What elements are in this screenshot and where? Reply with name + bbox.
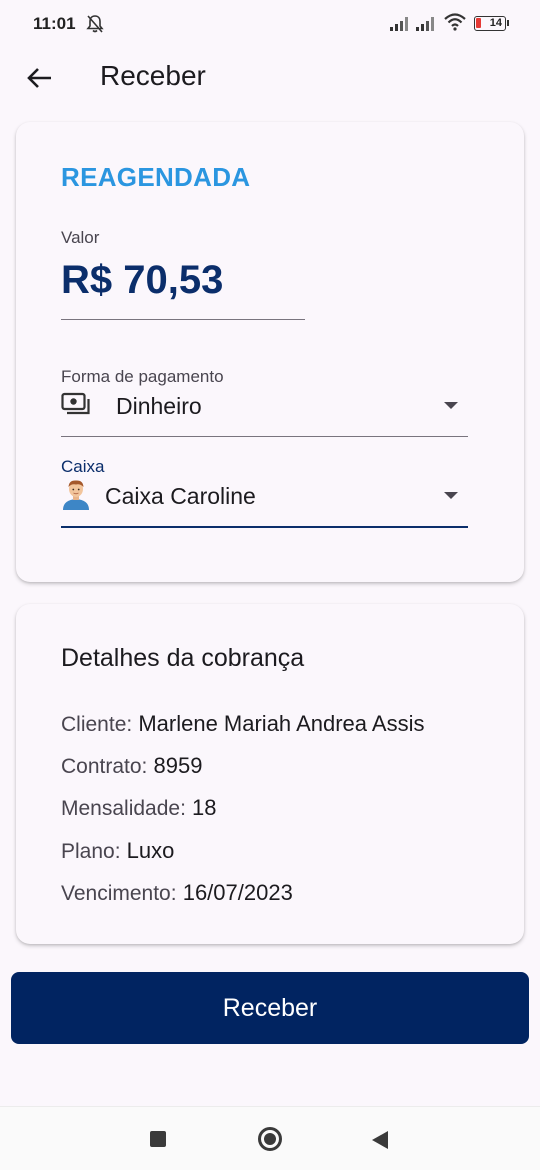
detail-monthly-fee: Mensalidade: 18 <box>61 795 217 821</box>
detail-due-date: Vencimento: 16/07/2023 <box>61 880 293 906</box>
detail-client: Cliente: Marlene Mariah Andrea Assis <box>61 711 424 737</box>
payment-method-label: Forma de pagamento <box>61 367 224 386</box>
payment-underline <box>61 436 468 437</box>
recents-icon[interactable] <box>150 1131 166 1147</box>
detail-key: Plano: <box>61 840 121 863</box>
battery-icon: 14 <box>474 16 509 31</box>
cashier-value: Caixa Caroline <box>105 483 256 509</box>
payment-method-dropdown[interactable]: Dinheiro <box>61 388 468 424</box>
back-triangle-icon[interactable] <box>372 1131 388 1149</box>
signal-icon <box>390 17 408 31</box>
payment-card: REAGENDADA Valor R$ 70,53 Forma de pagam… <box>16 122 524 582</box>
status-time: 11:01 <box>33 14 76 33</box>
detail-value: Marlene Mariah Andrea Assis <box>138 711 425 736</box>
battery-level: 14 <box>489 17 502 29</box>
details-card: Detalhes da cobrança Cliente: Marlene Ma… <box>16 604 524 944</box>
detail-value: 8959 <box>153 753 203 778</box>
detail-key: Contrato: <box>61 755 148 778</box>
detail-value: 16/07/2023 <box>182 880 293 905</box>
detail-key: Cliente: <box>61 713 133 736</box>
status-bar: 11:01 14 <box>0 0 540 50</box>
detail-contract: Contrato: 8959 <box>61 753 202 779</box>
dropdown-arrow-icon <box>444 402 458 409</box>
navigation-bar <box>0 1106 540 1170</box>
detail-plan: Plano: Luxo <box>61 838 174 864</box>
value-label: Valor <box>61 228 100 247</box>
arrow-left-icon <box>27 68 51 88</box>
avatar <box>63 480 89 510</box>
page-title: Receber <box>100 60 206 91</box>
receive-button[interactable]: Receber <box>11 972 529 1044</box>
value-underline <box>61 319 305 320</box>
back-button[interactable] <box>24 62 56 94</box>
cashier-underline <box>61 526 468 528</box>
detail-value: Luxo <box>126 838 175 863</box>
signal-icon <box>416 17 434 31</box>
payment-method-value: Dinheiro <box>116 393 202 419</box>
detail-value: 18 <box>192 795 217 820</box>
bell-off-icon <box>86 15 104 33</box>
detail-key: Vencimento: <box>61 882 177 905</box>
cashier-label: Caixa <box>61 457 105 476</box>
home-icon[interactable] <box>258 1127 282 1151</box>
value-input[interactable]: R$ 70,53 <box>61 258 223 303</box>
details-title: Detalhes da cobrança <box>61 644 305 672</box>
status-badge: REAGENDADA <box>61 162 251 192</box>
wifi-icon <box>444 13 466 31</box>
cashier-dropdown[interactable]: Caixa Caroline <box>61 478 468 514</box>
cash-icon <box>61 392 90 415</box>
dropdown-arrow-icon <box>444 492 458 499</box>
detail-key: Mensalidade: <box>61 797 186 820</box>
